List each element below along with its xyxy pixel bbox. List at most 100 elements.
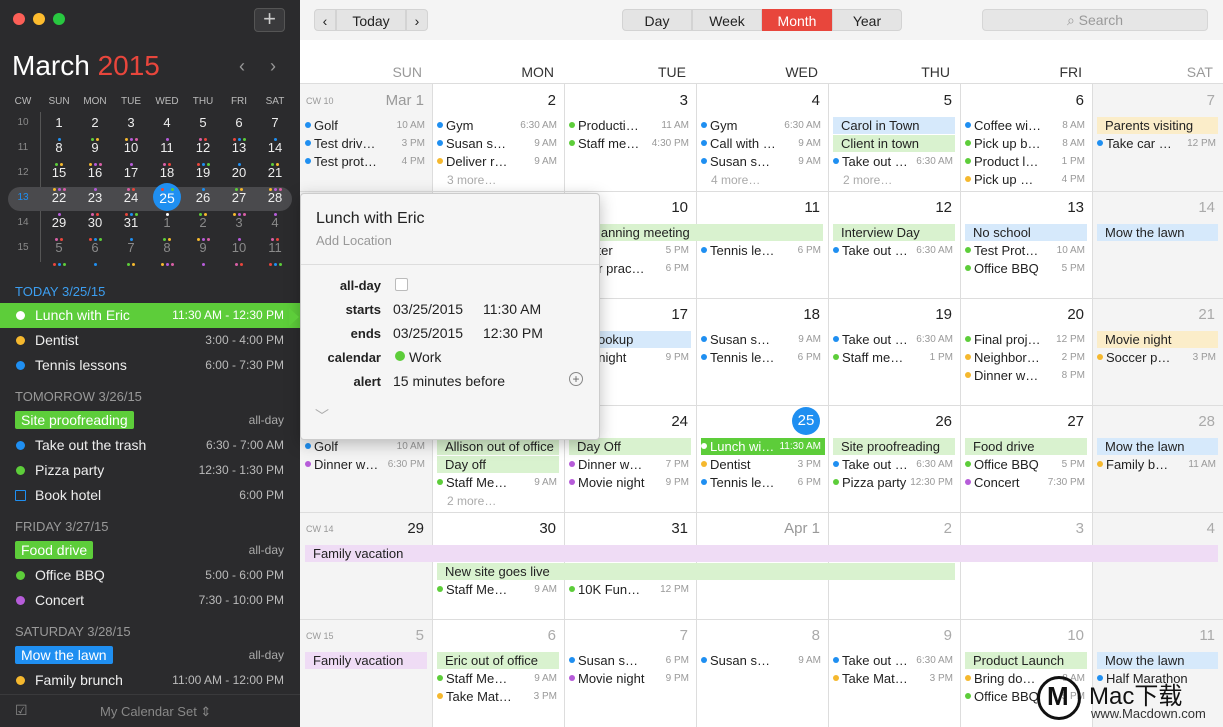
calendar-event[interactable]: Staff meeting 1 PM: [833, 349, 957, 366]
allday-event-bar[interactable]: No school: [965, 224, 1087, 241]
day-number[interactable]: 7: [628, 627, 688, 644]
day-number[interactable]: 20: [1024, 306, 1084, 323]
mini-day[interactable]: 11: [260, 237, 290, 266]
allday-event-bar[interactable]: Mow the lawn: [1097, 438, 1218, 455]
calendar-event[interactable]: Dentist 3 PM: [701, 456, 825, 473]
mini-day[interactable]: 1: [44, 112, 74, 141]
day-number[interactable]: 28: [1155, 413, 1215, 430]
view-button-month[interactable]: Month: [762, 9, 832, 31]
minimize-window-button[interactable]: [33, 13, 45, 25]
more-events-link[interactable]: 2 more…: [843, 173, 892, 187]
day-number[interactable]: 4: [760, 92, 820, 109]
calendar-event[interactable]: Susan swim… 6 PM: [569, 652, 693, 669]
calendar-event[interactable]: Take out t… 6:30 AM: [833, 652, 957, 669]
calendar-event[interactable]: Gym 6:30 AM: [701, 117, 825, 134]
calendar-select[interactable]: Work: [409, 349, 441, 365]
day-number[interactable]: 9: [892, 627, 952, 644]
calendar-event[interactable]: Susan swim… 9 AM: [701, 153, 825, 170]
calendar-event[interactable]: Staff Meeting 9 AM: [437, 581, 561, 598]
day-number[interactable]: 3: [1024, 520, 1084, 537]
starts-time[interactable]: 11:30 AM: [483, 301, 541, 317]
agenda-item[interactable]: Family brunch 11:00 AM - 12:00 PM: [0, 668, 300, 693]
mini-day[interactable]: 9: [80, 137, 110, 166]
mini-day[interactable]: 5: [44, 237, 74, 266]
calendar-event[interactable]: Tennis lessons 6 PM: [701, 349, 825, 366]
view-button-year[interactable]: Year: [832, 9, 902, 31]
calendar-event[interactable]: Deliver reports 9 AM: [437, 153, 561, 170]
calendar-event[interactable]: Lunch wi… 11:30 AM: [701, 438, 825, 455]
calendar-event[interactable]: Susan swim… 9 AM: [701, 652, 825, 669]
calendar-event[interactable]: Concert 7:30 PM: [965, 474, 1089, 491]
allday-event-bar[interactable]: Allison out of office: [437, 438, 559, 455]
expand-chevron-icon[interactable]: ﹀: [315, 406, 329, 426]
day-number[interactable]: 12: [892, 199, 952, 216]
calendar-event[interactable]: Pick up bagels 8 AM: [965, 135, 1089, 152]
day-number[interactable]: 8: [760, 627, 820, 644]
day-number[interactable]: 7: [1155, 92, 1215, 109]
day-number[interactable]: 10: [1024, 627, 1084, 644]
mini-day[interactable]: 18: [152, 162, 182, 191]
day-number[interactable]: 3: [628, 92, 688, 109]
day-number[interactable]: 21: [1155, 306, 1215, 323]
day-number[interactable]: 30: [496, 520, 556, 537]
calendar-event[interactable]: Take car in… 12 PM: [1097, 135, 1220, 152]
mini-day[interactable]: 2: [80, 112, 110, 141]
calendar-event[interactable]: Movie night 9 PM: [569, 670, 693, 687]
more-events-link[interactable]: 4 more…: [711, 173, 760, 187]
calendar-event[interactable]: Staff mee… 4:30 PM: [569, 135, 693, 152]
allday-event-bar[interactable]: Food drive: [965, 438, 1087, 455]
calendar-event[interactable]: Golf 10 AM: [305, 117, 429, 134]
allday-event-bar[interactable]: Family vacation: [305, 545, 1218, 562]
day-number[interactable]: 2: [892, 520, 952, 537]
day-number[interactable]: 17: [628, 306, 688, 323]
mini-day[interactable]: 21: [260, 162, 290, 191]
view-button-day[interactable]: Day: [622, 9, 692, 31]
next-button[interactable]: ›: [406, 9, 428, 31]
calendar-event[interactable]: Soccer prac… 3 PM: [1097, 349, 1220, 366]
allday-event-bar[interactable]: Day Off: [569, 438, 691, 455]
day-number[interactable]: 5: [364, 627, 424, 644]
calendar-event[interactable]: Susan swim… 9 AM: [437, 135, 561, 152]
day-number[interactable]: 14: [1155, 199, 1215, 216]
calendar-event[interactable]: Dinner wit… 6:30 PM: [305, 456, 429, 473]
calendar-event[interactable]: Take out t… 6:30 AM: [833, 331, 957, 348]
agenda-item[interactable]: Lunch with Eric 11:30 AM - 12:30 PM: [0, 303, 300, 328]
calendar-event[interactable]: Production… 11 AM: [569, 117, 693, 134]
day-number[interactable]: 10: [628, 199, 688, 216]
calendar-event[interactable]: Product launch 1 PM: [965, 153, 1089, 170]
calendar-event[interactable]: Take out t… 6:30 AM: [833, 456, 957, 473]
allday-event-bar[interactable]: Interview Day: [833, 224, 955, 241]
allday-event-bar[interactable]: New site goes live: [437, 563, 955, 580]
mini-day[interactable]: 24: [116, 187, 146, 216]
calendar-event[interactable]: Gym 6:30 AM: [437, 117, 561, 134]
allday-event-bar[interactable]: Client in town: [833, 135, 955, 152]
calendar-event[interactable]: Final projec… 12 PM: [965, 331, 1089, 348]
mini-day[interactable]: 12: [188, 137, 218, 166]
calendar-event[interactable]: Office BBQ 5 PM: [965, 456, 1089, 473]
add-alert-icon[interactable]: +: [569, 372, 583, 386]
allday-event-bar[interactable]: Mow the lawn: [1097, 652, 1218, 669]
day-number[interactable]: 2: [496, 92, 556, 109]
search-input[interactable]: ⌕ Search: [982, 9, 1208, 31]
zoom-window-button[interactable]: [53, 13, 65, 25]
add-event-button[interactable]: +: [254, 8, 285, 32]
day-number[interactable]: 18: [760, 306, 820, 323]
task-checkbox[interactable]: [15, 490, 26, 501]
calendar-event[interactable]: Office BBQ 5 PM: [965, 260, 1089, 277]
agenda-item[interactable]: Concert 7:30 - 10:00 PM: [0, 588, 300, 613]
alert-select[interactable]: 15 minutes before: [393, 373, 505, 389]
calendar-event[interactable]: Neighborho… 2 PM: [965, 349, 1089, 366]
allday-event-bar[interactable]: al planning meeting: [569, 224, 823, 241]
day-number[interactable]: 24: [628, 413, 688, 430]
calendar-event[interactable]: Tennis lessons 6 PM: [701, 474, 825, 491]
ends-date[interactable]: 03/25/2015: [393, 325, 463, 341]
day-number[interactable]: 11: [760, 199, 820, 216]
agenda-item[interactable]: Book hotel 6:00 PM: [0, 483, 300, 508]
mini-day[interactable]: 2: [188, 212, 218, 241]
close-window-button[interactable]: [13, 13, 25, 25]
calendar-event[interactable]: Susan swim… 9 AM: [701, 331, 825, 348]
calendar-event[interactable]: Dinner with t… 8 PM: [965, 367, 1089, 384]
day-number[interactable]: Mar 1: [364, 92, 424, 109]
calendar-event[interactable]: 10K Fundra… 12 PM: [569, 581, 693, 598]
allday-checkbox[interactable]: [395, 278, 408, 291]
